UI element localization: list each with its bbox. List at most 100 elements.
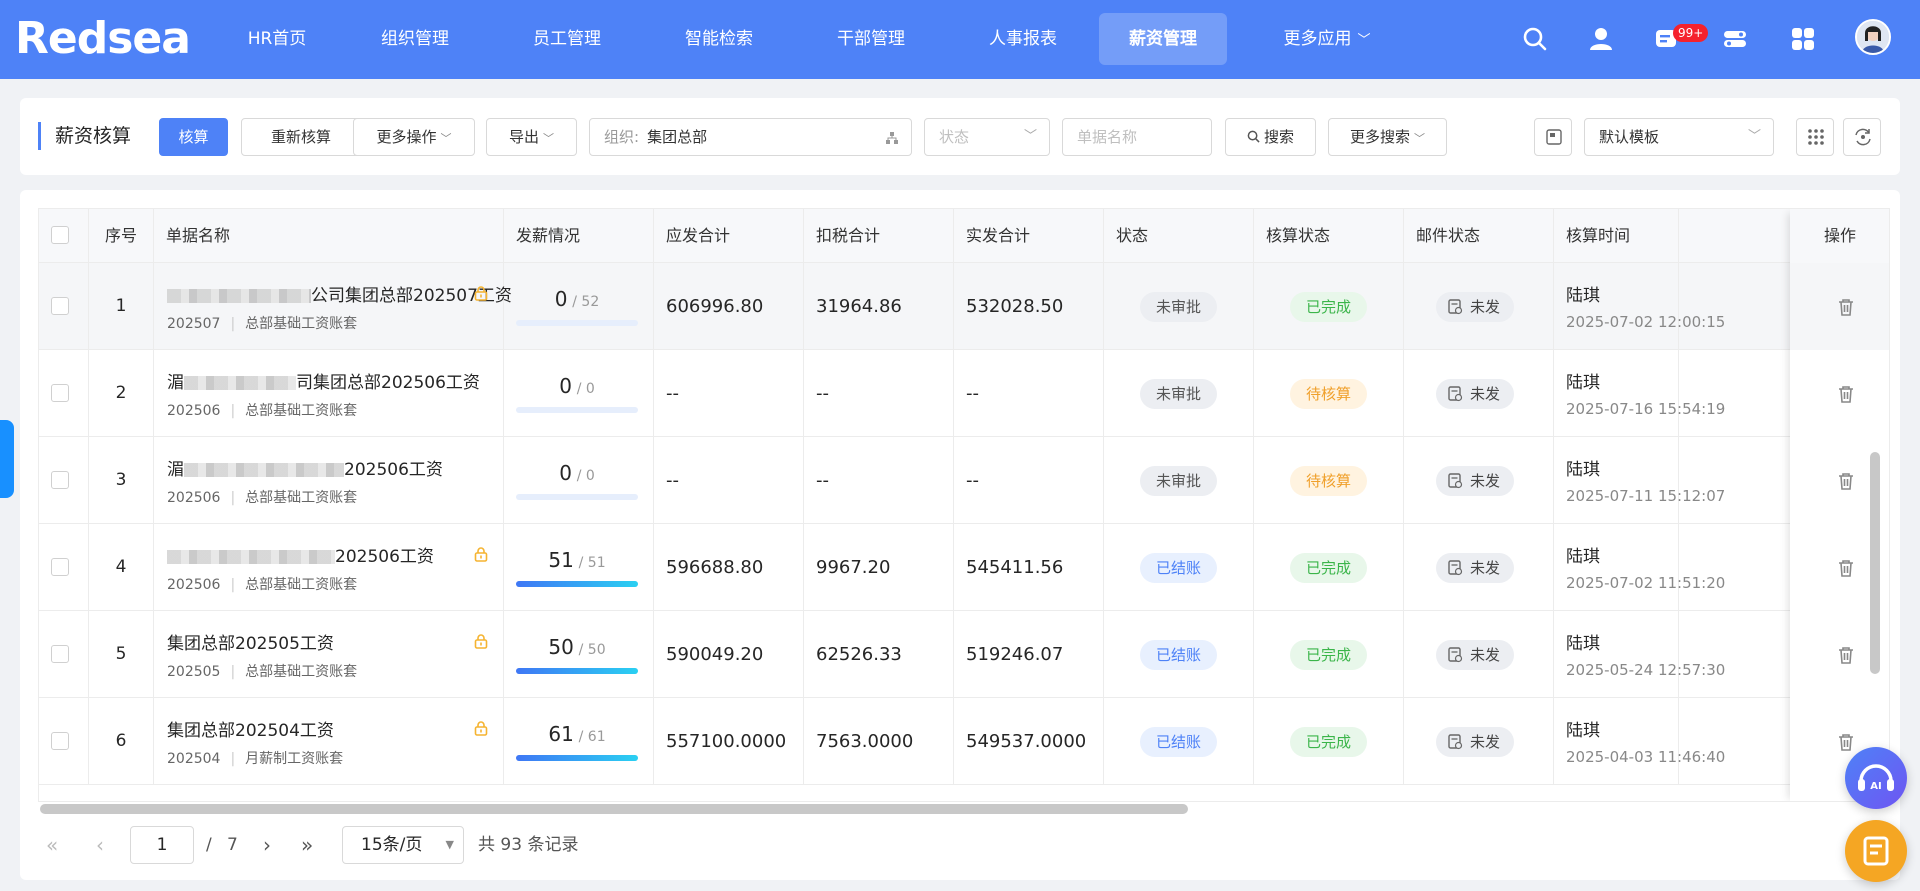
row-checkbox[interactable] <box>51 471 69 489</box>
page-input[interactable]: 1 <box>130 826 194 864</box>
table-row[interactable]: 4 202506工资 202506 | 总部基础工资账套 51 / 51 596688.80… <box>39 524 1889 611</box>
net-total: -- <box>966 470 979 491</box>
nav-item-4[interactable]: 干部管理 <box>795 13 947 65</box>
calc-status-cell: 已完成 <box>1254 263 1404 350</box>
mail-status-badge: 未发 <box>1436 553 1515 583</box>
next-page-icon[interactable]: › <box>263 826 271 864</box>
nav-item-0[interactable]: HR首页 <box>215 13 339 65</box>
calc-status-badge: 已完成 <box>1290 292 1368 322</box>
avatar[interactable] <box>1855 19 1891 55</box>
calc-time-cell: 陆琪 2025-07-16 15:54:19 <box>1554 350 1725 437</box>
select-all-checkbox[interactable] <box>51 226 69 244</box>
user-icon[interactable] <box>1588 26 1614 52</box>
column-header[interactable]: 序号 <box>89 209 154 263</box>
refresh-button[interactable] <box>1843 118 1881 156</box>
more-search-button[interactable]: 更多搜索 ﹀ <box>1328 118 1447 156</box>
nav-item-1[interactable]: 组织管理 <box>339 13 491 65</box>
layout-button[interactable] <box>1534 118 1572 156</box>
tax-total: 9967.20 <box>816 557 891 578</box>
vertical-scrollbar[interactable] <box>1870 452 1880 674</box>
column-header[interactable]: 操作 <box>1790 209 1889 263</box>
document-button[interactable] <box>1845 820 1907 882</box>
doc-meta: 202505 | 总部基础工资账套 <box>167 664 358 680</box>
recalc-button[interactable]: 重新核算 <box>241 118 361 156</box>
logo[interactable]: Redsea <box>15 17 191 61</box>
org-select[interactable]: 组织: 集团总部 <box>589 118 912 156</box>
column-header[interactable]: 核算时间 <box>1554 209 1679 263</box>
page-size-select[interactable]: 15条/页 ▼ <box>342 826 464 864</box>
payout-count: 0 / 0 <box>559 374 595 398</box>
column-header[interactable]: 发薪情况 <box>504 209 654 263</box>
total-pages: 7 <box>227 835 238 855</box>
column-header[interactable]: 实发合计 <box>954 209 1104 263</box>
trash-icon[interactable] <box>1837 297 1855 317</box>
column-header[interactable]: 应发合计 <box>654 209 804 263</box>
table-row[interactable]: 2 湄司集团总部202506工资 202506 | 总部基础工资账套 0 / 0 -- -- -… <box>39 350 1889 437</box>
export-button[interactable]: 导出 ﹀ <box>486 118 577 156</box>
payout-cell: 51 / 51 <box>504 524 654 611</box>
trash-icon[interactable] <box>1837 558 1855 578</box>
org-label: 组织: <box>604 128 640 146</box>
column-header[interactable]: 状态 <box>1104 209 1254 263</box>
nav-item-3[interactable]: 智能检索 <box>643 13 795 65</box>
last-page-icon[interactable]: » <box>301 826 313 864</box>
row-checkbox[interactable] <box>51 558 69 576</box>
doc-name[interactable]: 202506工资 <box>167 542 434 567</box>
trash-icon[interactable] <box>1837 384 1855 404</box>
row-checkbox[interactable] <box>51 732 69 750</box>
payout-count: 51 / 51 <box>548 548 606 572</box>
payout-count: 0 / 52 <box>554 287 600 311</box>
gross-cell: 557100.0000 <box>654 698 804 785</box>
calc-button[interactable]: 核算 <box>159 118 228 156</box>
trash-icon[interactable] <box>1837 645 1855 665</box>
first-page-icon[interactable]: « <box>46 826 58 864</box>
search-icon[interactable] <box>1522 26 1548 52</box>
table-row[interactable]: 6 集团总部202504工资 202504 | 月薪制工资账套 61 / 61 557100… <box>39 698 1889 785</box>
row-checkbox[interactable] <box>51 645 69 663</box>
row-checkbox[interactable] <box>51 297 69 315</box>
tax-total: -- <box>816 383 829 404</box>
calc-status-cell: 待核算 <box>1254 350 1404 437</box>
calc-time-cell: 陆琪 2025-04-03 11:46:40 <box>1554 698 1725 785</box>
nav-item-2[interactable]: 员工管理 <box>491 13 643 65</box>
ai-assistant-button[interactable]: AI <box>1845 747 1907 809</box>
nav-item-7[interactable]: 更多应用 ﹀ <box>1251 13 1403 65</box>
nav-item-5[interactable]: 人事报表 <box>947 13 1099 65</box>
column-header[interactable]: 单据名称 <box>154 209 504 263</box>
table-row[interactable]: 1 公司集团总部202507工资 202507 | 总部基础工资账套 0 / 52 6069… <box>39 263 1889 350</box>
apps-icon[interactable] <box>1790 26 1816 52</box>
trash-icon[interactable] <box>1837 471 1855 491</box>
payout-count: 61 / 61 <box>548 722 606 746</box>
switch-icon[interactable] <box>1722 26 1748 52</box>
doc-name[interactable]: 湄 202506工资 <box>167 455 443 480</box>
doc-name[interactable]: 集团总部202505工资 <box>167 629 334 654</box>
side-expand-tab[interactable] <box>0 420 14 498</box>
name-input[interactable]: 单据名称 <box>1062 118 1212 156</box>
table-row[interactable]: 5 集团总部202505工资 202505 | 总部基础工资账套 50 / 50 59004… <box>39 611 1889 698</box>
doc-name[interactable]: 公司集团总部202507工资 <box>167 281 512 306</box>
mail-doc-icon <box>1448 386 1463 402</box>
table-row[interactable]: 3 湄 202506工资 202506 | 总部基础工资账套 0 / 0 -- -- -- 未审批 待… <box>39 437 1889 524</box>
row-checkbox[interactable] <box>51 384 69 402</box>
search-button[interactable]: 搜索 <box>1225 118 1316 156</box>
column-header[interactable]: 核算状态 <box>1254 209 1404 263</box>
prev-page-icon[interactable]: ‹ <box>96 826 104 864</box>
seq-number: 4 <box>115 557 127 577</box>
payout-cell: 0 / 52 <box>504 263 654 350</box>
columns-button[interactable] <box>1796 118 1834 156</box>
calc-status-badge: 待核算 <box>1290 466 1368 496</box>
redacted-text <box>167 289 311 303</box>
mail-status-cell: 未发 <box>1404 611 1554 698</box>
doc-name[interactable]: 湄司集团总部202506工资 <box>167 368 480 393</box>
column-header[interactable]: 扣税合计 <box>804 209 954 263</box>
seq-number: 5 <box>115 644 127 664</box>
status-select[interactable]: 状态 ﹀ <box>924 118 1050 156</box>
nav-item-6[interactable]: 薪资管理 <box>1099 13 1227 65</box>
column-header[interactable]: 邮件状态 <box>1404 209 1554 263</box>
row-select-cell <box>39 437 89 524</box>
payout-progress-bar <box>516 407 638 413</box>
more-ops-button[interactable]: 更多操作 ﹀ <box>353 118 475 156</box>
template-select[interactable]: 默认模板 ﹀ <box>1584 118 1774 156</box>
horizontal-scrollbar[interactable] <box>40 804 1188 814</box>
doc-name[interactable]: 集团总部202504工资 <box>167 716 334 741</box>
